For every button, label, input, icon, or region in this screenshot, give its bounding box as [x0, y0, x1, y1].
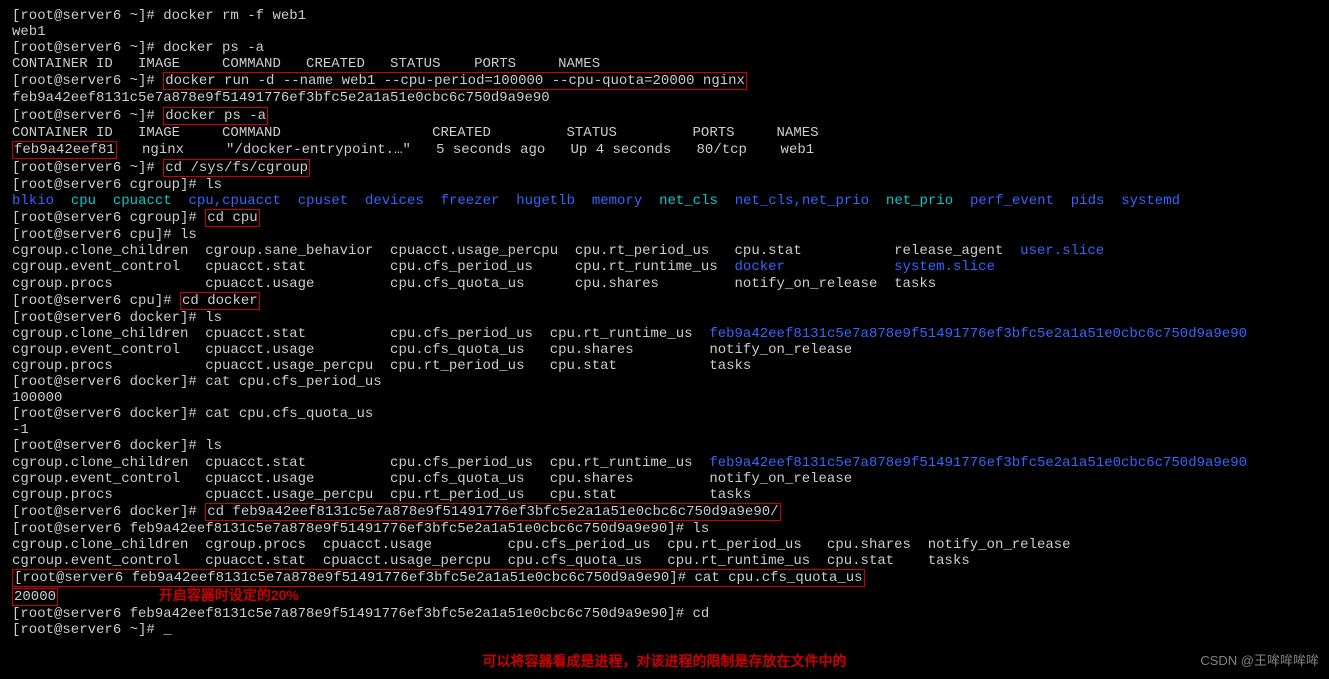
term-line: cgroup.clone_children cgroup.procs cpuac… — [12, 537, 1317, 553]
term-line: [root@server6 cgroup]# cd cpu — [12, 209, 1317, 227]
prompt: [root@server6 ~]# — [12, 73, 163, 89]
link: cpuacct — [113, 193, 172, 209]
dir: docker — [735, 259, 785, 275]
dir: cpuset — [298, 193, 348, 209]
highlight-cd-cpu: cd cpu — [205, 209, 259, 227]
dir: net_cls,net_prio — [735, 193, 869, 209]
dir: hugetlb — [516, 193, 575, 209]
term-line: CONTAINER ID IMAGE COMMAND CREATED STATU… — [12, 56, 1317, 72]
term-line: cgroup.procs cpuacct.usage_percpu cpu.rt… — [12, 487, 1317, 503]
prompt: [root@server6 cpu]# — [12, 293, 180, 309]
highlight-quota-value: 20000 — [12, 588, 58, 606]
dir: memory — [592, 193, 642, 209]
term-line: [root@server6 ~]# docker rm -f web1 — [12, 8, 1317, 24]
highlight-cd-hash: cd feb9a42eef8131c5e7a878e9f51491776ef3b… — [205, 503, 780, 521]
term-line: cgroup.clone_children cpuacct.stat cpu.c… — [12, 455, 1317, 471]
highlight-cat-quota: [root@server6 feb9a42eef8131c5e7a878e9f5… — [12, 569, 865, 587]
term-line: CONTAINER ID IMAGE COMMAND CREATED STATU… — [12, 125, 1317, 141]
dir: systemd — [1121, 193, 1180, 209]
highlight-cd-cgroup: cd /sys/fs/cgroup — [163, 159, 310, 177]
term-line: [root@server6 ~]# cd /sys/fs/cgroup — [12, 159, 1317, 177]
term-line: 100000 — [12, 390, 1317, 406]
term-line[interactable]: [root@server6 ~]# _ — [12, 622, 1317, 638]
prompt: [root@server6 ~]# — [12, 160, 163, 176]
term-line: cgroup.event_control cpuacct.stat cpuacc… — [12, 553, 1317, 569]
term-line: cgroup.clone_children cpuacct.stat cpu.c… — [12, 326, 1317, 342]
term-line: [root@server6 ~]# docker run -d --name w… — [12, 72, 1317, 90]
term-line: [root@server6 cpu]# ls — [12, 227, 1317, 243]
term-line: [root@server6 docker]# cd feb9a42eef8131… — [12, 503, 1317, 521]
gap — [58, 589, 159, 605]
prompt: [root@server6 ~]# — [12, 108, 163, 124]
term-line: -1 — [12, 422, 1317, 438]
dir: system.slice — [894, 259, 995, 275]
bottom-annotation: 可以将容器看成是进程，对该进程的限制是存放在文件中的 — [12, 653, 1317, 671]
prompt: [root@server6 cgroup]# — [12, 210, 205, 226]
term-line: web1 — [12, 24, 1317, 40]
term-line: 20000 开启容器时设定的20% — [12, 587, 1317, 606]
link: net_cls — [659, 193, 718, 209]
dir: freezer — [441, 193, 500, 209]
highlight-container-id: feb9a42eef81 — [12, 141, 117, 159]
term-line: [root@server6 ~]# docker ps -a — [12, 40, 1317, 56]
term-line: [root@server6 docker]# cat cpu.cfs_perio… — [12, 374, 1317, 390]
term-line: [root@server6 docker]# cat cpu.cfs_quota… — [12, 406, 1317, 422]
term-line: cgroup.event_control cpuacct.stat cpu.cf… — [12, 259, 1317, 275]
cmd: cat cpu.cfs_quota_us — [695, 570, 863, 586]
gap — [785, 259, 894, 275]
term-line: cgroup.clone_children cgroup.sane_behavi… — [12, 243, 1317, 259]
term-line: cgroup.procs cpuacct.usage cpu.cfs_quota… — [12, 276, 1317, 292]
term-line: [root@server6 docker]# ls — [12, 310, 1317, 326]
ls-row: cgroup.clone_children cpuacct.stat cpu.c… — [12, 455, 709, 471]
dir: pids — [1071, 193, 1105, 209]
term-line: cgroup.procs cpuacct.usage_percpu cpu.rt… — [12, 358, 1317, 374]
term-line: [root@server6 feb9a42eef8131c5e7a878e9f5… — [12, 606, 1317, 622]
annotation-bottom: 可以将容器看成是进程，对该进程的限制是存放在文件中的 — [483, 653, 847, 669]
highlight-docker-ps: docker ps -a — [163, 107, 268, 125]
dir: user.slice — [1020, 243, 1104, 259]
link: cpu — [71, 193, 96, 209]
term-line: feb9a42eef81 nginx "/docker-entrypoint.…… — [12, 141, 1317, 159]
dir: blkio — [12, 193, 54, 209]
ls-row: cgroup.event_control cpuacct.stat cpu.cf… — [12, 259, 735, 275]
term-line: cgroup.event_control cpuacct.usage cpu.c… — [12, 471, 1317, 487]
highlight-cd-docker: cd docker — [180, 292, 260, 310]
term-line: feb9a42eef8131c5e7a878e9f51491776ef3bfc5… — [12, 90, 1317, 106]
ls-row: cgroup.clone_children cpuacct.stat cpu.c… — [12, 326, 709, 342]
term-line: [root@server6 feb9a42eef8131c5e7a878e9f5… — [12, 521, 1317, 537]
dir: feb9a42eef8131c5e7a878e9f51491776ef3bfc5… — [709, 455, 1247, 471]
term-line: [root@server6 cgroup]# ls — [12, 177, 1317, 193]
watermark: CSDN @王哞哞哞哞 — [1200, 654, 1319, 669]
term-line: [root@server6 cpu]# cd docker — [12, 292, 1317, 310]
container-row: nginx "/docker-entrypoint.…" 5 seconds a… — [117, 142, 814, 158]
term-line: cgroup.event_control cpuacct.usage cpu.c… — [12, 342, 1317, 358]
term-line: [root@server6 docker]# ls — [12, 438, 1317, 454]
spacer — [12, 639, 1317, 653]
dir: cpu,cpuacct — [188, 193, 280, 209]
dir: feb9a42eef8131c5e7a878e9f51491776ef3bfc5… — [709, 326, 1247, 342]
dir: perf_event — [970, 193, 1054, 209]
cgroup-list: blkio cpu cpuacct cpu,cpuacct cpuset dev… — [12, 193, 1317, 209]
prompt: [root@server6 docker]# — [12, 504, 205, 520]
term-line: [root@server6 feb9a42eef8131c5e7a878e9f5… — [12, 569, 1317, 587]
prompt: [root@server6 feb9a42eef8131c5e7a878e9f5… — [14, 570, 695, 586]
dir: devices — [365, 193, 424, 209]
link: net_prio — [886, 193, 953, 209]
highlight-docker-run: docker run -d --name web1 --cpu-period=1… — [163, 72, 747, 90]
annotation-quota: 开启容器时设定的20% — [159, 587, 299, 603]
ls-row: cgroup.clone_children cgroup.sane_behavi… — [12, 243, 1020, 259]
term-line: [root@server6 ~]# docker ps -a — [12, 107, 1317, 125]
